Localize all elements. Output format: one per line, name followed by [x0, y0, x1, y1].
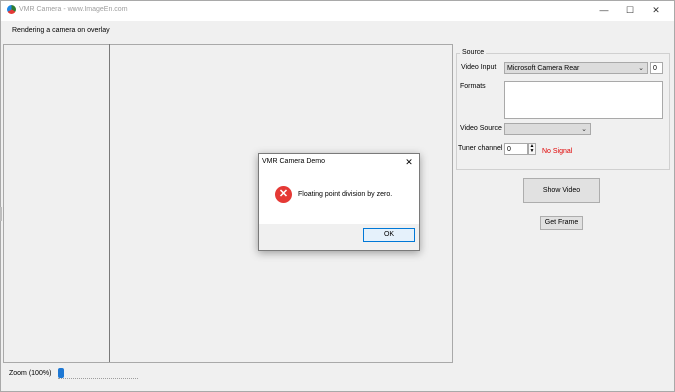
get-frame-button[interactable]: Get Frame	[540, 216, 583, 230]
formats-list[interactable]	[504, 81, 663, 119]
show-video-button[interactable]: Show Video	[523, 178, 600, 203]
error-icon: ✕	[275, 186, 292, 203]
video-input-select[interactable]: Microsoft Camera Rear ⌄	[504, 62, 648, 74]
zoom-slider-thumb[interactable]	[58, 368, 64, 378]
camera-app-icon	[7, 5, 16, 14]
video-input-label: Video Input	[461, 64, 497, 71]
tuner-channel-label: Tuner channel	[458, 145, 503, 152]
signal-status: No Signal	[542, 148, 573, 155]
formats-label: Formats	[460, 83, 486, 90]
video-source-select[interactable]: ⌄	[504, 123, 591, 135]
error-dialog: VMR Camera Demo ✕ ✕ Floating point divis…	[258, 153, 420, 251]
tuner-channel-spinner[interactable]: ▲ ▼	[528, 143, 536, 155]
zoom-slider-track	[58, 378, 138, 380]
left-edge-marker	[0, 207, 2, 221]
window-title: VMR Camera - www.ImageEn.com	[19, 6, 128, 13]
chevron-down-icon: ⌄	[638, 65, 644, 72]
video-input-index-field[interactable]: 0	[650, 62, 663, 74]
zoom-label: Zoom (100%)	[9, 370, 52, 377]
dialog-title: VMR Camera Demo	[262, 158, 326, 165]
dialog-close-button[interactable]: ✕	[402, 155, 416, 169]
video-input-value: Microsoft Camera Rear	[507, 65, 580, 72]
ok-button[interactable]: OK	[363, 228, 415, 242]
close-button[interactable]: ✕	[641, 1, 671, 20]
source-group-title: Source	[460, 49, 487, 56]
tuner-channel-field[interactable]: 0	[504, 143, 528, 155]
chevron-down-icon: ⌄	[581, 126, 587, 133]
header-label: Rendering a camera on overlay	[12, 27, 110, 34]
preview-splitter[interactable]	[109, 44, 110, 362]
dialog-message: Floating point division by zero.	[298, 191, 393, 198]
video-source-label: Video Source	[460, 125, 502, 132]
